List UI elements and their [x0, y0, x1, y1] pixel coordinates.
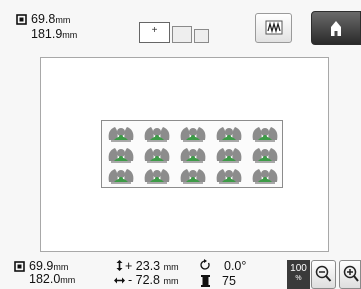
- vertical-offset-unit: mm: [163, 262, 179, 272]
- zoom-level-indicator: 100 %: [287, 260, 310, 289]
- horizontal-arrow-icon: [114, 277, 125, 284]
- thread-count: 75: [222, 274, 236, 288]
- horizontal-offset-unit: mm: [163, 276, 179, 286]
- thread-spool-icon: [201, 275, 210, 287]
- stitch-width-line: 182.0mm: [29, 272, 75, 287]
- size-box-icon: [16, 14, 27, 25]
- display-mode-icon: [265, 20, 283, 35]
- pattern-height-unit: mm: [55, 15, 71, 25]
- embroidery-motif: [144, 169, 170, 184]
- embroidery-motif: [108, 148, 134, 163]
- display-mode-button[interactable]: [255, 13, 292, 43]
- zoom-level-unit: %: [295, 275, 302, 282]
- embroidery-motif: [144, 127, 170, 142]
- hoop-large-button[interactable]: +: [139, 22, 170, 43]
- embroidery-motif: [252, 127, 278, 142]
- vertical-arrow-icon: [116, 260, 123, 271]
- embroidery-motif: [180, 169, 206, 184]
- pattern-width-unit: mm: [62, 30, 78, 40]
- repeated-motif-grid: [108, 127, 278, 184]
- stitch-height-value: 69.9: [29, 259, 54, 273]
- stitch-height-unit: mm: [53, 262, 69, 272]
- embroidery-motif: [108, 127, 134, 142]
- embroidery-motif: [180, 148, 206, 163]
- zoom-out-icon: [315, 265, 332, 282]
- hoop-size-selector: +: [139, 22, 217, 44]
- size-box-icon: [14, 261, 25, 272]
- horizontal-offset-sign: -: [128, 273, 133, 287]
- hoop-small-button[interactable]: [194, 29, 209, 43]
- hoop-center-marker: +: [151, 25, 158, 36]
- horizontal-offset-value: 72.8: [135, 273, 160, 287]
- stitch-size-readout: 69.9mm 182.0mm: [14, 257, 124, 289]
- embroidery-motif: [108, 169, 134, 184]
- embroidery-motif: [180, 127, 206, 142]
- horizontal-offset: - 72.8 mm: [128, 273, 178, 288]
- pattern-height-value: 69.8: [31, 12, 56, 26]
- rotation-angle: 0.0°: [224, 259, 247, 273]
- embroidery-motif: [216, 148, 242, 163]
- vertical-offset-value: 23.3: [135, 259, 161, 273]
- vertical-offset-sign: +: [125, 259, 133, 273]
- embroidery-motif: [252, 148, 278, 163]
- stitch-width-value: 182.0: [29, 272, 61, 286]
- home-icon: [331, 21, 341, 36]
- home-button[interactable]: [311, 11, 361, 45]
- zoom-out-button[interactable]: [311, 260, 336, 289]
- zoom-in-icon: [343, 265, 359, 282]
- embroidery-motif: [144, 148, 170, 163]
- embroidery-motif: [252, 169, 278, 184]
- zoom-in-button[interactable]: [339, 260, 361, 289]
- embroidery-motif: [216, 127, 242, 142]
- zoom-level-value: 100: [290, 263, 307, 274]
- embroidery-pattern[interactable]: [101, 120, 283, 188]
- rotate-icon: [200, 259, 210, 270]
- pattern-width-value: 181.9: [31, 27, 63, 41]
- embroidery-preview-area[interactable]: [40, 57, 329, 252]
- hoop-medium-button[interactable]: [172, 26, 192, 43]
- embroidery-motif: [216, 169, 242, 184]
- vertical-offset: + 23.3 mm: [125, 259, 179, 274]
- stitch-width-unit: mm: [60, 275, 76, 285]
- pattern-width-line: 181.9mm: [31, 27, 77, 42]
- pattern-height-line: 69.8mm: [31, 12, 77, 27]
